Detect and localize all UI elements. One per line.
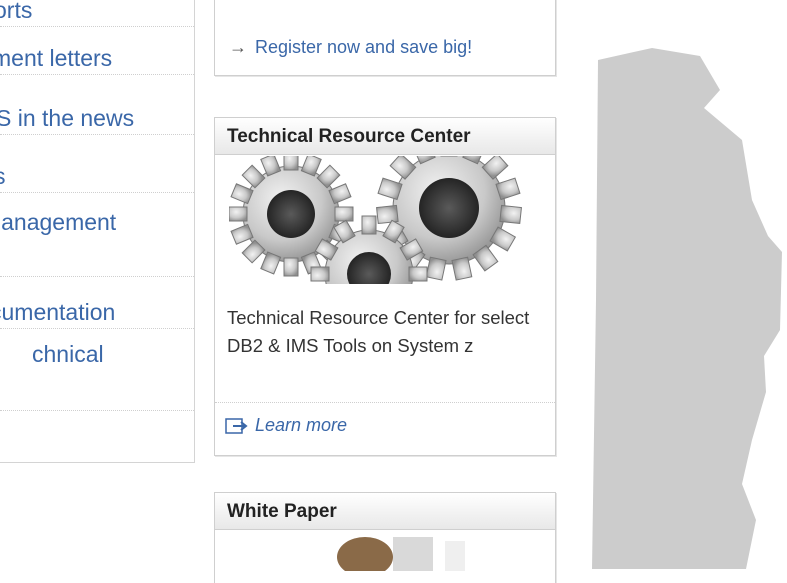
register-link-label: Register now and save big!: [255, 37, 473, 57]
learn-more-link[interactable]: Learn more: [225, 415, 347, 436]
left-navigation: orts ment letters S in the news s lanage…: [0, 0, 195, 463]
nav-item-label: s: [0, 162, 6, 190]
white-paper-box: White Paper: [214, 492, 556, 583]
nav-item-in-the-news[interactable]: S in the news: [0, 74, 194, 135]
white-paper-title: White Paper: [215, 493, 555, 530]
technical-resource-center-title: Technical Resource Center: [215, 118, 555, 155]
nav-item-reports[interactable]: orts: [0, 0, 194, 27]
nav-item-announcement-letters[interactable]: ment letters: [0, 26, 194, 75]
technical-resource-center-box: Technical Resource Center Technical Reso…: [214, 117, 556, 456]
nav-item-documentation[interactable]: cumentation: [0, 276, 194, 329]
gears-image: [229, 156, 541, 284]
nav-item-label: cumentation: [0, 299, 116, 325]
gray-torn-shape: [592, 48, 782, 569]
register-box: → Register now and save big!: [214, 0, 556, 76]
nav-item-technical[interactable]: chnical: [0, 328, 194, 411]
white-paper-image: [215, 531, 555, 571]
nav-item-label: orts: [0, 0, 33, 23]
nav-item-s[interactable]: s: [0, 134, 194, 193]
right-arrow-icon: →: [229, 37, 247, 57]
nav-item-label: chnical: [32, 341, 104, 367]
nav-item-label: S in the news: [0, 105, 135, 131]
technical-resource-center-description: Technical Resource Center for select DB2…: [227, 307, 530, 356]
nav-item-label: ment letters: [0, 45, 113, 71]
learn-more-arrow-icon: [225, 418, 248, 434]
register-link[interactable]: → Register now and save big!: [229, 37, 549, 58]
divider: [215, 402, 555, 403]
nav-item-label: lanagement: [0, 209, 117, 235]
nav-item-management[interactable]: lanagement: [0, 192, 194, 277]
learn-more-label: Learn more: [255, 415, 348, 435]
